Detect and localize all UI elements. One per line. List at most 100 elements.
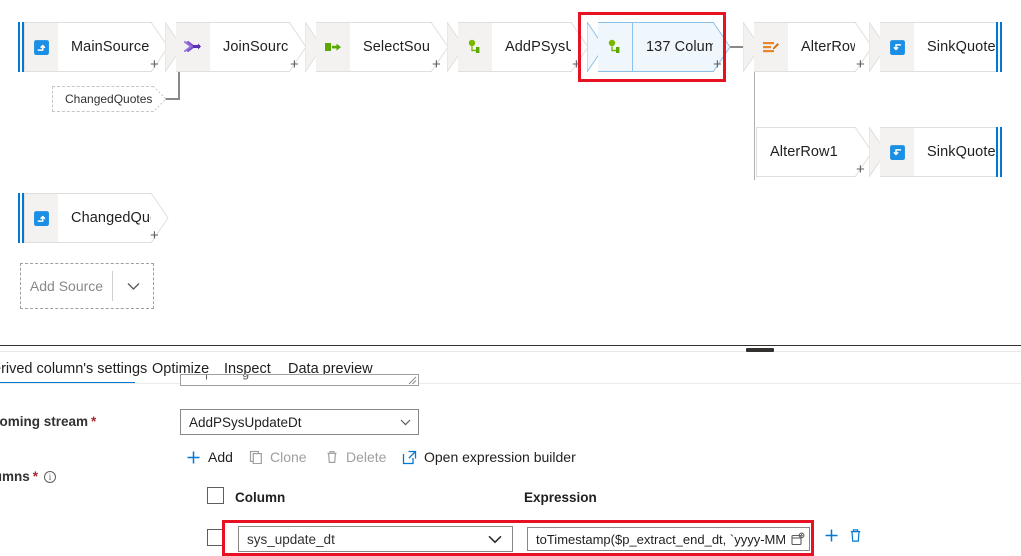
node-label: ChangedQuotes — [71, 210, 152, 226]
columns-label: lumns* i — [0, 469, 57, 484]
column-header-column: Column — [235, 490, 286, 505]
incoming-stream-dropdown[interactable]: AddPSysUpdateDt — [180, 409, 419, 435]
connector-line — [572, 46, 588, 48]
incoming-stream-label: coming stream * — [0, 414, 96, 429]
plus-icon — [186, 450, 201, 465]
column-name-dropdown[interactable]: sys_update_dt — [238, 526, 513, 552]
copy-icon — [249, 450, 263, 464]
node-derived-column[interactable]: AddPSysUpdate... — [447, 22, 589, 72]
node-alterrow-1[interactable]: AlterRow1 — [743, 22, 873, 72]
connector-line — [856, 46, 870, 48]
node-sink-quotes[interactable]: SinkQuotes — [869, 22, 1002, 72]
node-body: JoinSourceAnd... — [210, 22, 290, 72]
node-label: 137 Columns — [646, 39, 714, 55]
chevron-down-icon[interactable] — [392, 419, 418, 426]
node-body: SinkQuoteCache — [914, 127, 996, 177]
required-asterisk: * — [32, 469, 39, 484]
node-body: 137 Columns — [632, 22, 714, 72]
delete-label: Delete — [346, 449, 387, 465]
resize-grip-icon[interactable] — [406, 374, 417, 385]
node-sink-quote-cache[interactable]: SinkQuoteCache — [869, 127, 1002, 177]
add-branch-plus[interactable]: + — [572, 57, 581, 72]
node-label: AlterRow1 — [801, 39, 856, 55]
add-source-button[interactable]: Add Source — [20, 263, 154, 309]
derived-column-icon — [598, 22, 632, 72]
panel-splitter[interactable] — [0, 340, 1021, 354]
add-label: Add — [208, 449, 233, 465]
row-checkbox[interactable] — [207, 529, 224, 546]
add-branch-plus[interactable]: + — [713, 57, 722, 72]
add-branch-plus[interactable]: + — [290, 57, 299, 72]
node-label: AddPSysUpdate... — [505, 39, 572, 55]
node-main-source[interactable]: MainSource — [18, 22, 169, 72]
connector-line — [728, 46, 744, 48]
open-expression-builder-button[interactable]: Open expression builder — [402, 444, 576, 470]
app-root: MainSource + JoinSourceAnd... — [0, 0, 1021, 556]
add-source-label: Add Source — [29, 278, 104, 294]
connector-line — [150, 46, 166, 48]
chevron-down-icon[interactable] — [113, 282, 153, 291]
connector-line — [290, 46, 306, 48]
clone-label: Clone — [270, 449, 307, 465]
chevron-down-icon[interactable] — [478, 535, 512, 544]
required-asterisk: * — [91, 414, 97, 429]
add-button[interactable]: Add — [186, 444, 233, 470]
splitter-line — [0, 345, 1021, 346]
row-add-icon[interactable] — [824, 528, 839, 548]
tab-label: erived column's settings — [0, 361, 148, 377]
info-icon[interactable]: i — [44, 471, 57, 483]
connector-line — [856, 151, 870, 153]
add-branch-plus[interactable]: + — [856, 162, 865, 177]
sink-accent-bar — [996, 22, 1002, 72]
incoming-stream-value: AddPSysUpdateDt — [189, 414, 302, 430]
tab-derived-column-settings[interactable]: erived column's settings — [0, 354, 147, 384]
settings-panel: erived column's settings Optimize Inspec… — [0, 354, 1021, 556]
alter-row-icon — [754, 22, 788, 72]
ghost-connector-v — [178, 72, 180, 100]
node-changedquotes-source[interactable]: ChangedQuotes — [18, 193, 169, 243]
node-body: AlterRow1 — [788, 22, 856, 72]
node-label: JoinSourceAnd... — [223, 39, 290, 55]
output-stream-name-textarea[interactable]: - |- ' g ' ' — [180, 374, 419, 386]
expression-builder-icon[interactable] — [785, 532, 809, 547]
sink-accent-bar — [996, 127, 1002, 177]
clone-button[interactable]: Clone — [249, 444, 307, 470]
delete-button[interactable]: Delete — [325, 444, 386, 470]
column-name-value: sys_update_dt — [247, 531, 335, 547]
splitter-grip[interactable] — [746, 348, 774, 352]
tabs-underline — [0, 383, 1021, 384]
add-branch-plus[interactable]: + — [150, 228, 159, 243]
node-body: MainSource — [58, 22, 152, 72]
settings-tabs: erived column's settings Optimize Inspec… — [0, 354, 1021, 384]
ghost-node-chevron — [153, 86, 167, 112]
node-label: SelectSourceFie... — [363, 39, 432, 55]
node-join[interactable]: JoinSourceAnd... — [165, 22, 307, 72]
node-body: AddPSysUpdate... — [492, 22, 572, 72]
add-branch-plus[interactable]: + — [856, 57, 865, 72]
data-flow-canvas[interactable]: MainSource + JoinSourceAnd... — [0, 0, 1021, 340]
join-icon — [176, 22, 210, 72]
node-body: ChangedQuotes — [58, 193, 152, 243]
sink-db-icon — [880, 127, 914, 177]
node-select[interactable]: SelectSourceFie... — [305, 22, 449, 72]
node-body: SinkQuotes — [914, 22, 996, 72]
connector-line — [432, 46, 448, 48]
external-link-icon — [402, 450, 417, 465]
add-branch-plus[interactable]: + — [432, 57, 441, 72]
select-all-checkbox[interactable] — [207, 487, 224, 504]
add-branch-plus[interactable]: + — [150, 57, 159, 72]
trash-icon — [325, 450, 339, 464]
open-expression-builder-label: Open expression builder — [424, 449, 576, 465]
expression-value: toTimestamp($p_extract_end_dt, `yyyy-MM-… — [536, 531, 785, 547]
row-delete-icon[interactable] — [848, 528, 863, 548]
node-137-columns[interactable]: 137 Columns — [587, 22, 731, 72]
node-body: SelectSourceFie... — [350, 22, 432, 72]
textarea-clipped-value: - |- ' g ' ' — [187, 375, 281, 381]
select-icon — [316, 22, 350, 72]
label-text: coming stream — [0, 414, 89, 429]
node-label: AlterRow1 — [770, 144, 838, 160]
node-alterrow-2[interactable]: AlterRow1 — [756, 127, 873, 177]
splitter-shadow — [0, 351, 1021, 352]
ghost-node-changedquotes[interactable]: ChangedQuotes — [52, 86, 154, 112]
expression-input[interactable]: toTimestamp($p_extract_end_dt, `yyyy-MM-… — [527, 527, 810, 551]
